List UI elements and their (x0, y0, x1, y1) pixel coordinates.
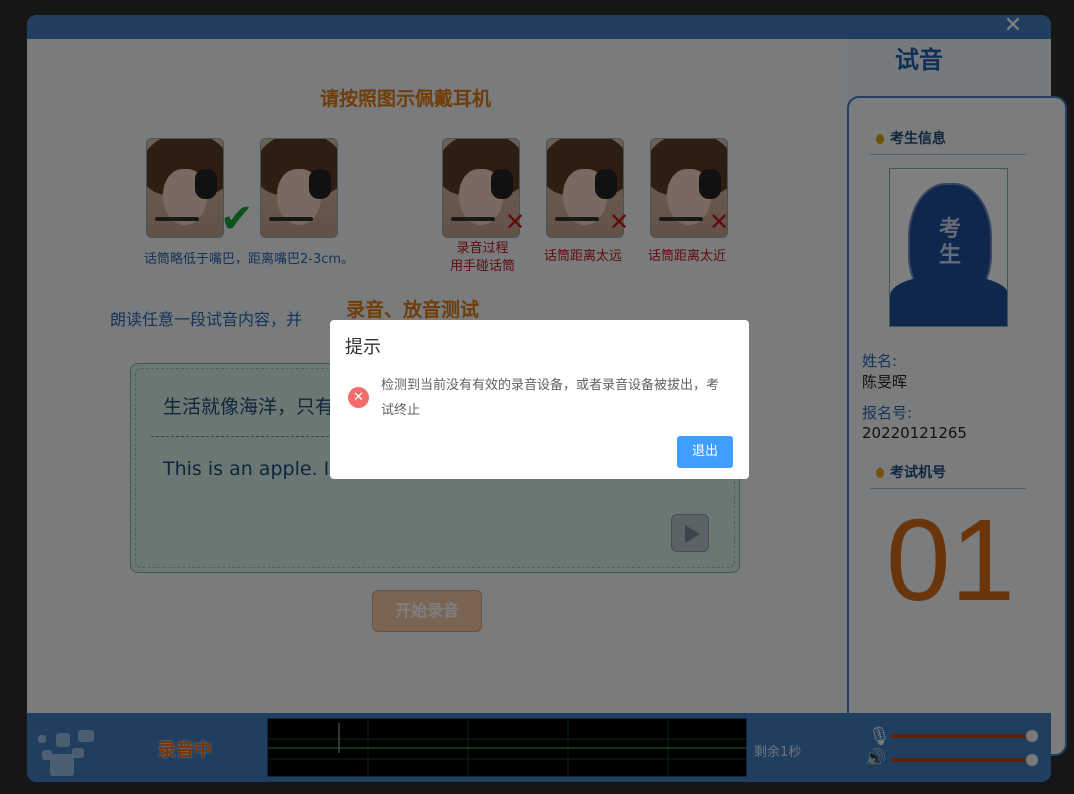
exit-button[interactable]: 退出 (677, 436, 733, 468)
dialog-message: 检测到当前没有有效的录音设备，或者录音设备被拔出，考试终止 (381, 378, 720, 418)
error-icon: ✕ (348, 387, 369, 408)
alert-dialog: 提示 ✕ 检测到当前没有有效的录音设备，或者录音设备被拔出，考试终止 退出 (330, 320, 749, 479)
dialog-title: 提示 (345, 337, 381, 358)
